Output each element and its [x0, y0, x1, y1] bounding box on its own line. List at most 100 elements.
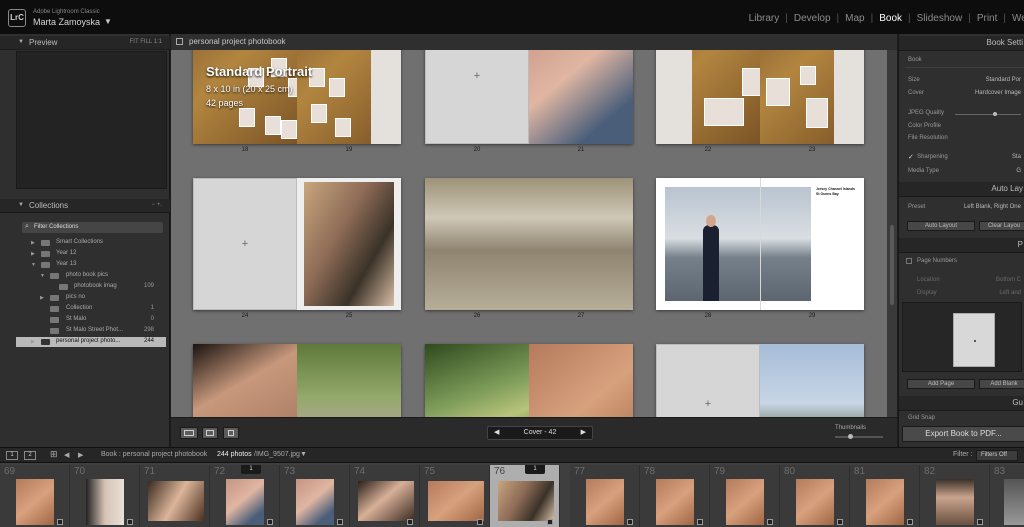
expand-triangle-icon[interactable]: ▶ — [40, 295, 44, 301]
module-print[interactable]: Print — [977, 13, 998, 24]
cover-value[interactable]: Hardcover Image — [975, 90, 1021, 96]
identity-caret-icon[interactable]: ▼ — [104, 17, 112, 26]
thumb-image[interactable] — [226, 479, 264, 525]
book-page[interactable] — [425, 344, 529, 417]
size-value[interactable]: Standard Por — [986, 77, 1021, 83]
page-spread[interactable]: Jersey Channel Islands St Ouens Bay — [656, 178, 864, 310]
collection-item[interactable]: ▼ Year 13 — [16, 260, 166, 270]
book-page[interactable] — [529, 50, 633, 144]
source-caret-icon[interactable]: ▼ — [300, 451, 307, 458]
page-spread[interactable] — [425, 344, 633, 417]
navigator-preview[interactable] — [16, 51, 167, 189]
book-page[interactable] — [297, 344, 401, 417]
spread-view-button[interactable] — [202, 427, 218, 439]
page-numbers-checkbox[interactable] — [906, 258, 912, 264]
preview-panel-header[interactable]: ▼ Preview FIT FILL 1:1 — [0, 36, 170, 50]
filmstrip-thumbnail[interactable]: 79 — [710, 465, 780, 527]
location-value[interactable]: Bottom C — [996, 277, 1021, 283]
book-page[interactable] — [529, 344, 633, 417]
slider-handle[interactable] — [848, 434, 854, 439]
add-blank-button[interactable]: Add Blank — [979, 379, 1024, 389]
page-spread[interactable]: + — [193, 178, 401, 310]
collapse-triangle-icon[interactable]: ▼ — [18, 202, 24, 208]
back-arrow-icon[interactable]: ◀ — [64, 451, 69, 459]
expand-triangle-icon[interactable]: ▶ — [31, 240, 35, 246]
page-spread[interactable] — [656, 50, 864, 144]
page-template-preview[interactable] — [902, 302, 1022, 372]
thumb-image[interactable] — [148, 481, 204, 521]
sharpening-value[interactable]: Sta — [1012, 154, 1021, 160]
scrollbar-thumb[interactable] — [890, 225, 894, 305]
collection-item[interactable]: St Malo Street Phot... 298 — [16, 326, 166, 336]
page-spread[interactable]: + — [425, 50, 633, 144]
guides-header[interactable]: Gu — [899, 396, 1024, 411]
filmstrip-thumbnail[interactable]: 75 — [420, 465, 490, 527]
filmstrip-thumbnail[interactable]: 70 — [70, 465, 140, 527]
identity-plate[interactable]: Marta Zamoyska — [33, 17, 100, 27]
filter-collections-input[interactable]: ⌕ Filter Collections — [22, 222, 163, 233]
book-page[interactable] — [760, 50, 864, 144]
book-page[interactable] — [297, 50, 401, 144]
preset-row[interactable]: Preset Left Blank, Right One — [899, 203, 1024, 213]
thumb-image[interactable] — [796, 479, 834, 525]
module-develop[interactable]: Develop — [794, 13, 831, 24]
page-section-header[interactable]: P — [899, 238, 1024, 253]
thumb-image[interactable] — [358, 481, 414, 521]
thumb-image[interactable] — [656, 479, 694, 525]
filmstrip-thumbnail[interactable]: 78 — [640, 465, 710, 527]
book-page[interactable] — [193, 344, 297, 417]
filter-dropdown[interactable]: Filters Off — [976, 450, 1018, 461]
multi-page-view-button[interactable] — [180, 427, 198, 439]
book-title[interactable]: personal project photobook — [189, 37, 286, 46]
collection-item[interactable]: ▶ Year 12 — [16, 249, 166, 259]
module-map[interactable]: Map — [845, 13, 864, 24]
secondary-window-button[interactable]: 2 — [24, 451, 36, 460]
checkbox-checked-icon[interactable]: ✓ — [908, 153, 914, 161]
module-book[interactable]: Book — [879, 13, 902, 24]
thumb-image[interactable] — [16, 479, 54, 525]
forward-arrow-icon[interactable]: ▶ — [78, 451, 83, 459]
book-page[interactable] — [529, 178, 633, 310]
expand-triangle-icon[interactable]: ▶ — [31, 339, 35, 345]
spread-photo[interactable] — [665, 187, 811, 301]
grid-snap-row[interactable]: Grid Snap — [899, 414, 1024, 424]
file-resolution-row[interactable]: File Resolution — [899, 134, 1024, 144]
filmstrip-thumbnail-selected[interactable]: 76 1 — [490, 465, 560, 527]
thumb-image[interactable] — [1004, 479, 1024, 525]
thumb-image[interactable] — [86, 479, 124, 525]
collapse-triangle-icon[interactable]: ▼ — [18, 39, 24, 45]
book-page[interactable] — [656, 50, 760, 144]
book-page-empty[interactable]: + — [656, 344, 760, 417]
filmstrip-thumbnail[interactable]: 82 — [920, 465, 990, 527]
collection-item[interactable]: ▼ photo book pics — [16, 271, 166, 281]
filmstrip-source[interactable]: Book : personal project photobook — [101, 451, 207, 458]
book-canvas[interactable]: Standard Portrait 8 x 10 in (20 x 25 cm)… — [171, 50, 887, 417]
location-row[interactable]: Location Bottom C — [899, 276, 1024, 286]
book-page[interactable] — [297, 178, 401, 310]
prev-page-icon[interactable]: ◀ — [494, 427, 499, 439]
size-row[interactable]: Size Standard Por — [899, 76, 1024, 86]
book-page-empty[interactable]: + — [425, 50, 529, 144]
photo-caption[interactable]: Jersey Channel Islands St Ouens Bay — [816, 187, 855, 197]
book-page[interactable] — [425, 178, 529, 310]
media-type-value[interactable]: G — [1016, 168, 1021, 174]
thumb-image[interactable] — [726, 479, 764, 525]
next-page-icon[interactable]: ▶ — [581, 427, 586, 439]
filmstrip-thumbnail[interactable]: 71 — [140, 465, 210, 527]
export-book-to-pdf-button[interactable]: Export Book to PDF... — [902, 426, 1024, 442]
collection-item[interactable]: photobook imag 109 — [16, 282, 166, 292]
page-numbers-row[interactable]: Page Numbers — [899, 257, 1024, 267]
book-type-row[interactable]: Book — [899, 56, 1024, 66]
expand-triangle-icon[interactable]: ▶ — [31, 251, 35, 257]
filmstrip[interactable]: 69 70 71 72 1 73 74 75 76 1 77 78 79 80 81… — [0, 463, 1024, 527]
module-library[interactable]: Library — [749, 13, 780, 24]
grid-icon[interactable]: ⊞ — [50, 449, 58, 460]
collections-panel-header[interactable]: ▼ Collections − +. — [0, 199, 170, 213]
filmstrip-thumbnail[interactable]: 81 — [850, 465, 920, 527]
zoom-options-icon[interactable]: FIT FILL 1:1 — [130, 39, 162, 45]
expand-triangle-icon[interactable]: ▼ — [40, 273, 45, 279]
page-spread[interactable] — [425, 178, 633, 310]
collections-actions[interactable]: − +. — [152, 202, 162, 208]
add-page-button[interactable]: Add Page — [907, 379, 975, 389]
jpeg-quality-slider-handle[interactable] — [993, 112, 997, 116]
